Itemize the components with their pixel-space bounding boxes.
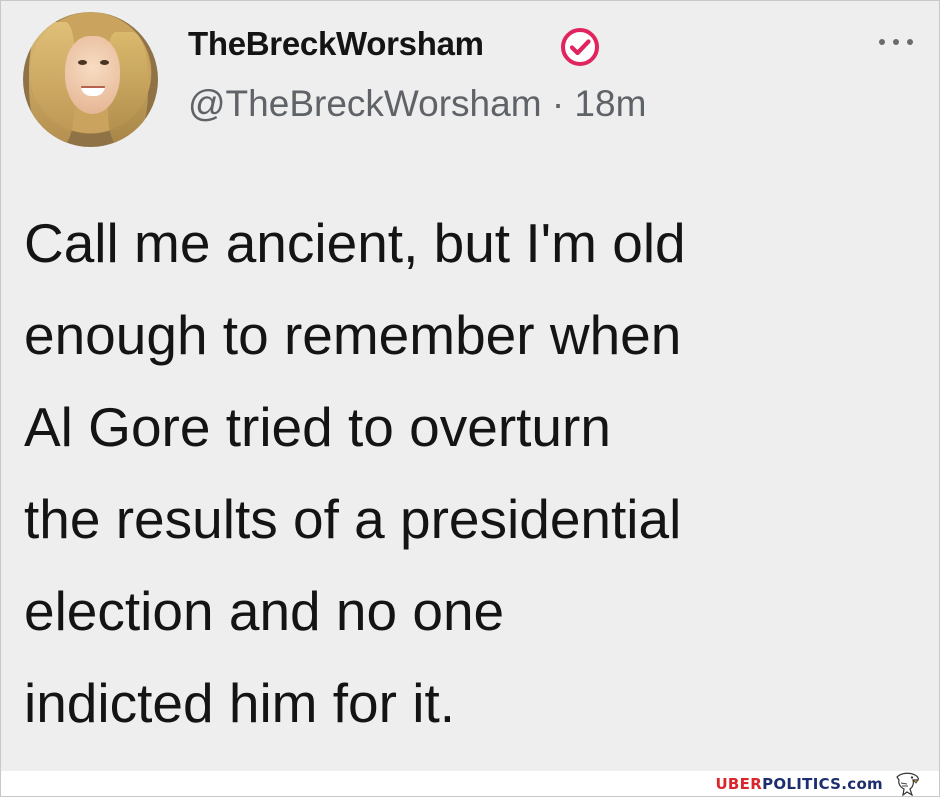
tweet-line: Al Gore tried to overturn	[24, 396, 611, 458]
screenshot-frame: TheBreckWorsham @TheBreckWorsham · 18m C…	[0, 0, 940, 797]
watermark-text[interactable]: UBERPOLITICS.com	[715, 775, 883, 793]
watermark-bar: UBERPOLITICS.com	[1, 771, 939, 796]
tweet-line: the results of a presidential	[24, 488, 682, 550]
tweet-body: Call me ancient, but I'm old enough to r…	[24, 197, 924, 749]
watermark-part-uber: UBER	[715, 775, 763, 793]
tweet-card[interactable]: TheBreckWorsham @TheBreckWorsham · 18m C…	[1, 1, 939, 771]
tweet-line: Call me ancient, but I'm old	[24, 212, 686, 274]
avatar-eye-right	[100, 60, 109, 65]
verified-badge-icon	[561, 28, 599, 66]
tweet-line: enough to remember when	[24, 304, 682, 366]
avatar[interactable]	[23, 12, 158, 147]
more-horizontal-icon	[879, 39, 913, 45]
avatar-eye-left	[78, 60, 87, 65]
display-name[interactable]: TheBreckWorsham	[188, 25, 484, 63]
watermark-part-politics: POLITICS.com	[762, 775, 883, 793]
separator-dot: ·	[551, 83, 565, 124]
timestamp[interactable]: 18m	[574, 83, 646, 124]
tweet-line: election and no one	[24, 580, 505, 642]
handle[interactable]: @TheBreckWorsham	[188, 83, 542, 124]
tweet-line: indicted him for it.	[24, 672, 456, 734]
eagle-icon	[896, 772, 919, 796]
avatar-face	[65, 36, 120, 114]
more-options-icon[interactable]	[871, 25, 921, 55]
handle-and-time: @TheBreckWorsham · 18m	[188, 83, 646, 125]
